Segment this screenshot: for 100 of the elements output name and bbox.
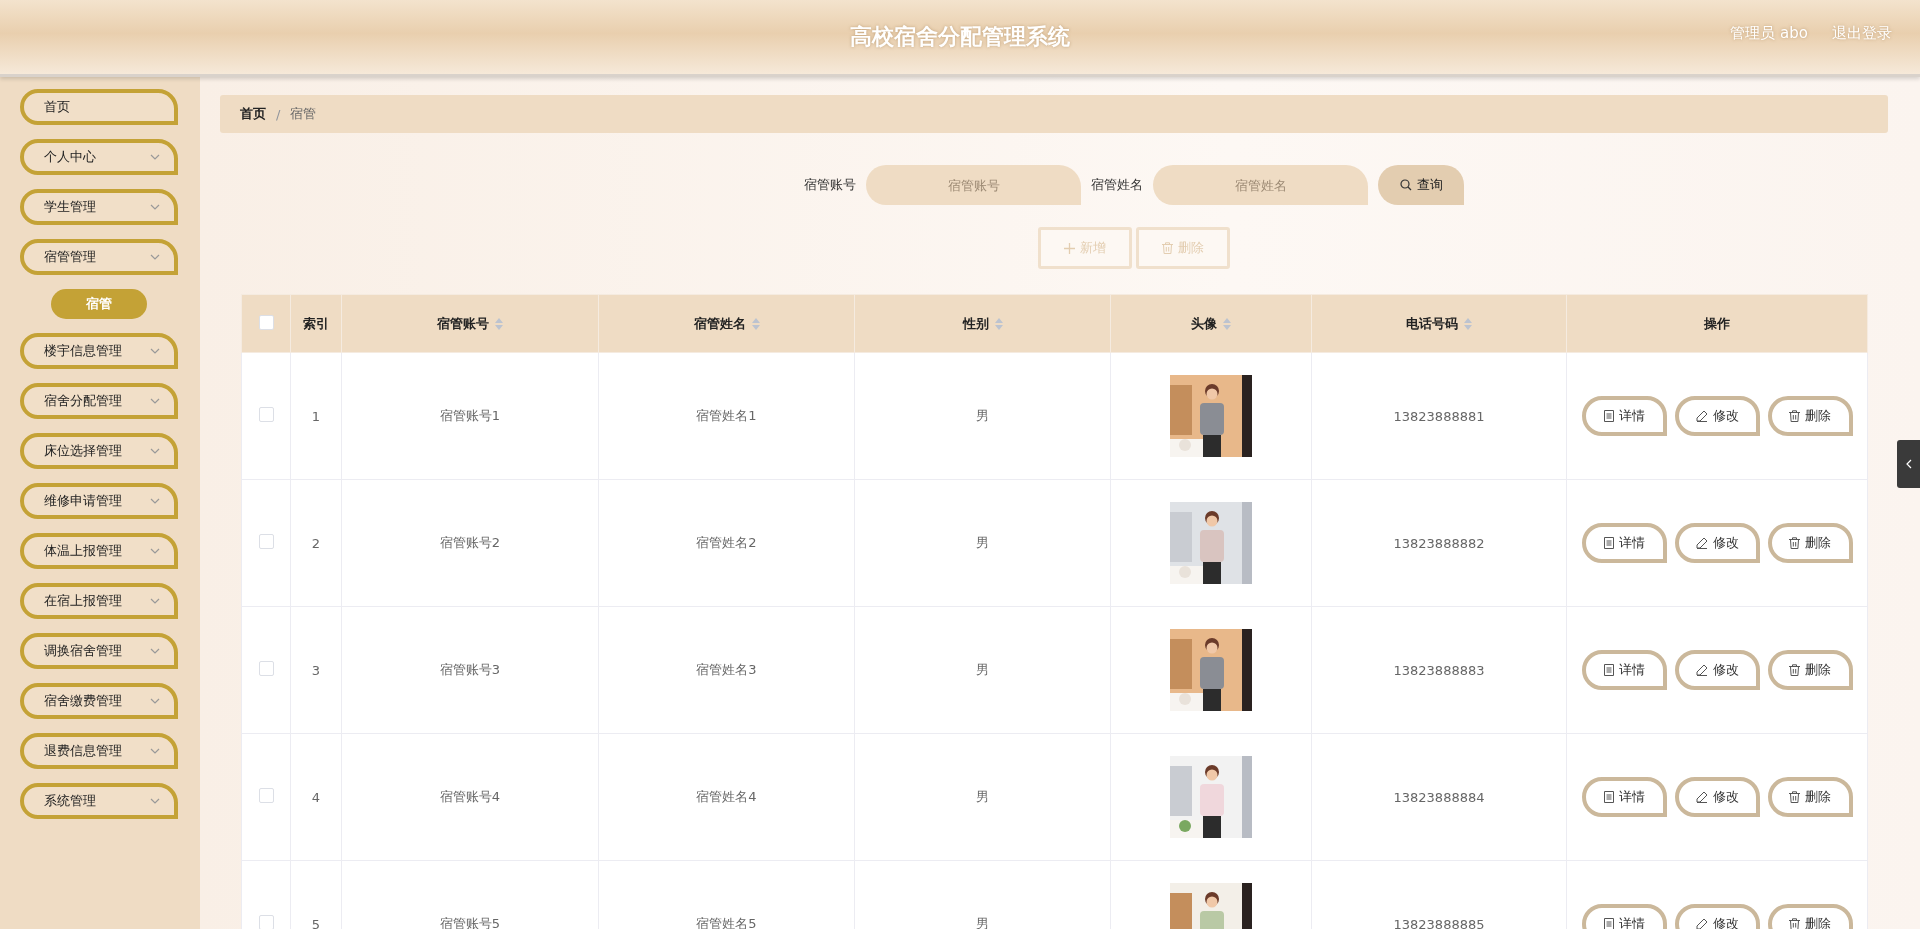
- menu-item[interactable]: 体温上报管理: [20, 533, 178, 569]
- trash-icon: [1789, 791, 1800, 803]
- table-cell: 男: [976, 789, 989, 804]
- row-checkbox[interactable]: [258, 534, 274, 549]
- search-field[interactable]: 宿管账号: [866, 165, 1081, 205]
- field-label: 宿管姓名: [1091, 176, 1143, 194]
- chevron-left-icon: [1905, 459, 1912, 469]
- detail-button[interactable]: 详情: [1581, 904, 1667, 929]
- table-cell: 宿管账号5: [439, 916, 501, 929]
- column-header: 宿管姓名: [693, 314, 746, 333]
- chevron-down-icon: [150, 254, 160, 260]
- chevron-down-icon: [150, 154, 160, 160]
- chevron-down-icon: [150, 498, 160, 504]
- table-cell: 13823888885: [1393, 916, 1485, 929]
- detail-button[interactable]: 详情: [1581, 777, 1667, 817]
- menu-item[interactable]: 在宿上报管理: [20, 583, 178, 619]
- chevron-down-icon: [150, 748, 160, 754]
- column-header: 索引: [303, 314, 329, 333]
- row-checkbox[interactable]: [258, 915, 274, 929]
- sort-icon[interactable]: [495, 317, 503, 330]
- document-icon: [1603, 410, 1614, 422]
- column-header: 电话号码: [1406, 314, 1458, 333]
- table-cell: 宿管姓名3: [696, 662, 757, 677]
- plus-icon: [1064, 242, 1075, 254]
- menu-item[interactable]: 宿管管理: [20, 239, 178, 275]
- table-cell: 宿管账号3: [439, 662, 501, 677]
- detail-button[interactable]: 详情: [1581, 650, 1667, 690]
- chevron-down-icon: [150, 598, 160, 604]
- row-checkbox[interactable]: [258, 788, 274, 803]
- table-cell: 5: [311, 916, 321, 929]
- delete-button[interactable]: 删除: [1767, 650, 1853, 690]
- trash-icon: [1789, 410, 1800, 422]
- chevron-down-icon: [150, 348, 160, 354]
- menu-item[interactable]: 宿舍分配管理: [20, 383, 178, 419]
- pencil-icon: [1695, 791, 1708, 803]
- breadcrumb-link[interactable]: 首页: [240, 105, 266, 123]
- chevron-down-icon: [150, 548, 160, 554]
- row-checkbox[interactable]: [258, 407, 274, 422]
- sort-icon[interactable]: [1223, 317, 1231, 330]
- delete-button[interactable]: 删除: [1767, 396, 1853, 436]
- menu-item[interactable]: 调换宿舍管理: [20, 633, 178, 669]
- table-cell: 宿管账号4: [439, 789, 501, 804]
- table-cell: 男: [976, 408, 989, 423]
- document-icon: [1603, 791, 1614, 803]
- edit-button[interactable]: 修改: [1674, 650, 1760, 690]
- delete-button[interactable]: 删除: [1767, 523, 1853, 563]
- table-cell: 男: [976, 916, 989, 929]
- sort-icon[interactable]: [751, 317, 760, 330]
- menu-item[interactable]: 首页: [20, 89, 178, 125]
- select-all-checkbox[interactable]: [258, 314, 274, 330]
- sort-icon[interactable]: [994, 317, 1003, 330]
- search-field[interactable]: 宿管姓名: [1153, 165, 1368, 205]
- table-cell: 13823888881: [1393, 408, 1485, 424]
- menu-item[interactable]: 楼宇信息管理: [20, 333, 178, 369]
- table-cell: 宿管姓名1: [696, 408, 757, 423]
- edit-button[interactable]: 修改: [1674, 396, 1760, 436]
- chevron-down-icon: [150, 698, 160, 704]
- table-cell: 4: [311, 789, 321, 805]
- detail-button[interactable]: 详情: [1581, 523, 1667, 563]
- menu-item[interactable]: 维修申请管理: [20, 483, 178, 519]
- sort-icon[interactable]: [1464, 317, 1472, 330]
- edit-button[interactable]: 修改: [1674, 777, 1760, 817]
- delete-button[interactable]: 删除: [1767, 904, 1853, 929]
- menu-item[interactable]: 系统管理: [20, 783, 178, 819]
- table-cell: 13823888884: [1393, 789, 1485, 805]
- field-label: 宿管账号: [804, 176, 856, 194]
- table-cell: 13823888883: [1393, 662, 1485, 678]
- chevron-down-icon: [150, 798, 160, 804]
- chevron-down-icon: [150, 648, 160, 654]
- trash-icon: [1162, 242, 1173, 254]
- document-icon: [1603, 537, 1614, 549]
- search-button[interactable]: 查询: [1378, 165, 1464, 205]
- pencil-icon: [1695, 410, 1708, 422]
- user-label: 管理员 abo: [1730, 24, 1808, 43]
- trash-icon: [1789, 918, 1800, 929]
- app-title: 高校宿舍分配管理系统: [850, 23, 1070, 51]
- pencil-icon: [1695, 537, 1708, 549]
- menu-item[interactable]: 个人中心: [20, 139, 178, 175]
- column-header: 操作: [1704, 314, 1730, 333]
- collapse-tab[interactable]: [1897, 440, 1920, 488]
- delete-button[interactable]: 删除: [1767, 777, 1853, 817]
- document-icon: [1603, 918, 1614, 929]
- menu-item[interactable]: 学生管理: [20, 189, 178, 225]
- column-header: 头像: [1191, 314, 1217, 333]
- table-cell: 13823888882: [1393, 535, 1485, 551]
- menu-item[interactable]: 宿舍缴费管理: [20, 683, 178, 719]
- menu-item[interactable]: 退费信息管理: [20, 733, 178, 769]
- table-cell: 1: [311, 408, 321, 424]
- edit-button[interactable]: 修改: [1674, 523, 1760, 563]
- trash-icon: [1789, 664, 1800, 676]
- menu-item[interactable]: 床位选择管理: [20, 433, 178, 469]
- table-cell: 宿管账号1: [439, 408, 501, 423]
- column-header: 宿管账号: [437, 314, 489, 333]
- detail-button[interactable]: 详情: [1581, 396, 1667, 436]
- pencil-icon: [1695, 918, 1708, 929]
- chevron-down-icon: [150, 398, 160, 404]
- table-cell: 宿管姓名4: [696, 789, 757, 804]
- row-checkbox[interactable]: [258, 661, 274, 676]
- column-header: 性别: [962, 314, 989, 333]
- table-cell: 宿管账号2: [439, 535, 501, 550]
